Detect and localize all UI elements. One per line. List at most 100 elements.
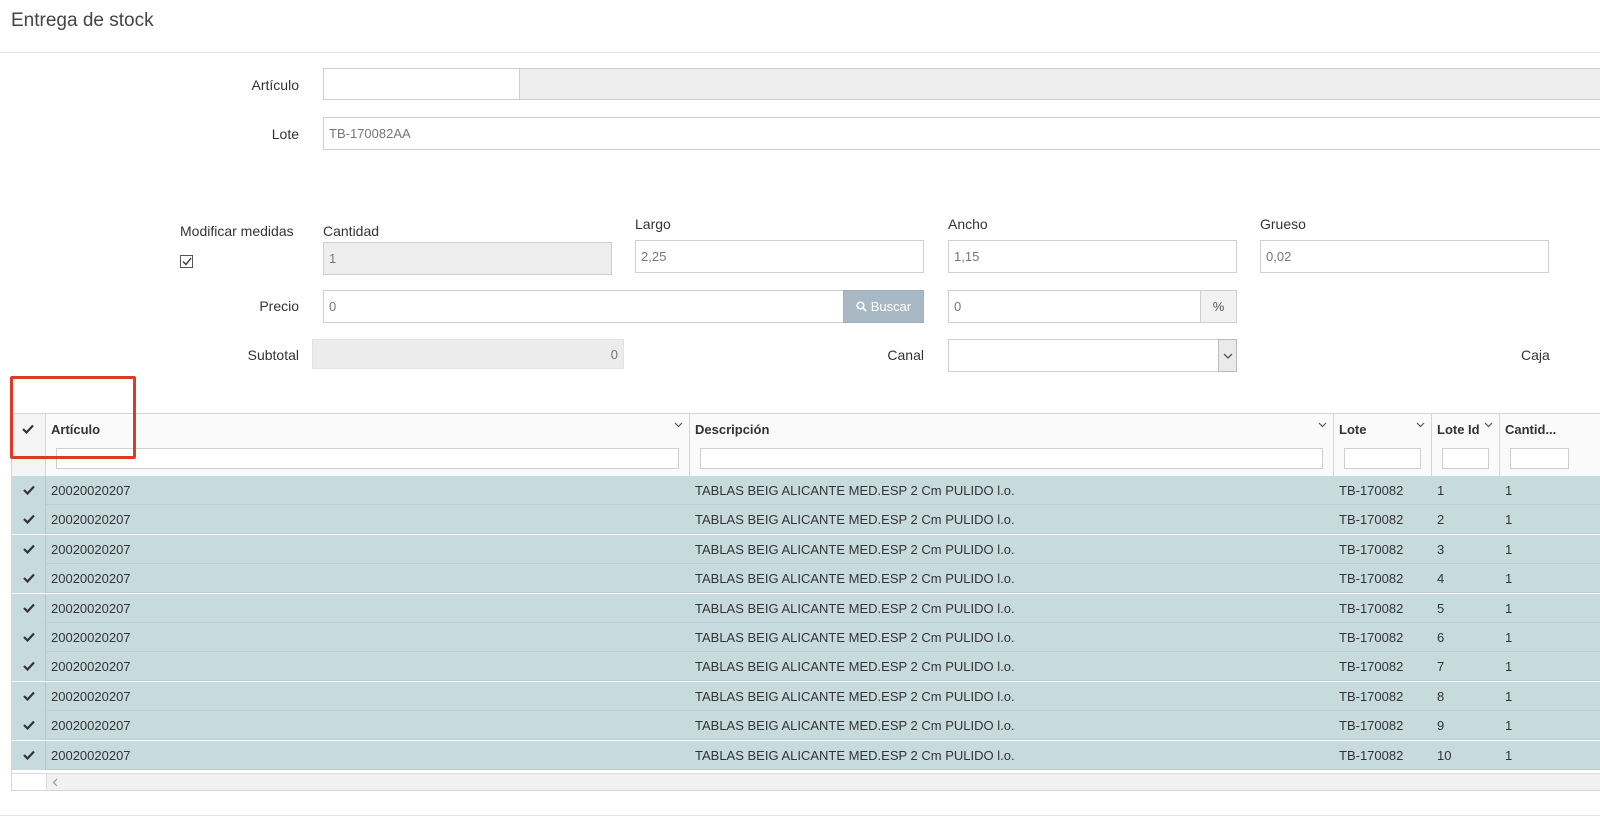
filter-input-articulo[interactable] — [56, 448, 679, 469]
precio-label: Precio — [259, 298, 299, 314]
cell-descripcion: TABLAS BEIG ALICANTE MED.ESP 2 Cm PULIDO… — [695, 600, 1015, 616]
column-header-lote[interactable]: Lote — [1334, 414, 1432, 476]
row-select-checkbox[interactable] — [12, 593, 46, 623]
cell-lote-id: 3 — [1437, 541, 1445, 557]
cell-lote: TB-170082 — [1339, 688, 1404, 704]
cell-descripcion: TABLAS BEIG ALICANTE MED.ESP 2 Cm PULIDO… — [695, 541, 1015, 557]
cell-lote-id: 9 — [1437, 718, 1445, 734]
cell-lote-id: 6 — [1437, 630, 1445, 645]
filter-input-lote[interactable] — [1344, 448, 1421, 469]
grueso-input[interactable]: 0,02 — [1260, 240, 1549, 273]
row-select-checkbox[interactable] — [12, 476, 46, 505]
row-select-checkbox[interactable] — [12, 534, 46, 564]
cell-cantidad: 1 — [1505, 659, 1513, 675]
row-select-checkbox[interactable] — [12, 681, 46, 711]
column-header-lote-id[interactable]: Lote Id — [1432, 414, 1500, 476]
canal-label: Canal — [887, 347, 924, 363]
row-select-checkbox[interactable] — [12, 564, 46, 594]
cell-lote: TB-170082 — [1339, 571, 1404, 587]
row-select-checkbox[interactable] — [12, 505, 46, 535]
table-row[interactable]: 20020020207 TABLAS BEIG ALICANTE MED.ESP … — [12, 476, 1600, 505]
cell-articulo: 20020020207 — [51, 747, 131, 763]
grueso-label: Grueso — [1260, 216, 1306, 232]
buscar-button-label: Buscar — [870, 299, 912, 314]
chevron-down-icon[interactable] — [1484, 422, 1493, 428]
cell-lote: TB-170082 — [1339, 512, 1404, 528]
check-icon — [22, 573, 35, 584]
descuento-input[interactable]: 0 — [948, 290, 1201, 323]
grueso-value: 0,02 — [1266, 249, 1292, 264]
ancho-value: 1,15 — [954, 249, 980, 264]
row-select-checkbox[interactable] — [12, 652, 46, 682]
table-row[interactable]: 20020020207 TABLAS BEIG ALICANTE MED.ESP … — [12, 593, 1600, 623]
row-select-checkbox[interactable] — [12, 740, 46, 770]
cell-cantidad: 1 — [1505, 600, 1513, 616]
chevron-down-icon[interactable] — [1416, 422, 1425, 428]
cell-lote: TB-170082 — [1339, 541, 1404, 557]
largo-label: Largo — [635, 216, 671, 232]
ancho-input[interactable]: 1,15 — [948, 240, 1237, 273]
cell-lote: TB-170082 — [1339, 659, 1404, 675]
buscar-button[interactable]: Buscar — [843, 290, 924, 323]
cell-lote: TB-170082 — [1339, 718, 1404, 734]
canal-select[interactable] — [948, 339, 1219, 372]
chevron-down-icon — [1223, 353, 1232, 359]
cell-lote-id: 7 — [1437, 659, 1445, 675]
precio-value: 0 — [329, 299, 337, 314]
horizontal-scrollbar[interactable] — [12, 773, 1600, 790]
articulo-code-input[interactable] — [323, 68, 520, 100]
chevron-down-icon[interactable] — [1318, 422, 1327, 428]
title-divider — [0, 52, 1600, 53]
modificar-medidas-checkbox[interactable] — [180, 255, 193, 268]
precio-input[interactable]: 0 — [323, 290, 844, 323]
table-row[interactable]: 20020020207 TABLAS BEIG ALICANTE MED.ESP … — [12, 681, 1600, 711]
filter-input-cantidad[interactable] — [1510, 448, 1569, 469]
largo-input[interactable]: 2,25 — [635, 240, 924, 273]
cell-cantidad: 1 — [1505, 718, 1513, 734]
cell-articulo: 20020020207 — [51, 600, 131, 616]
column-header-cantidad[interactable]: Cantid... — [1500, 414, 1600, 476]
search-icon — [856, 301, 867, 312]
filter-input-lote-id[interactable] — [1442, 448, 1489, 469]
subtotal-value: 0 — [610, 346, 618, 362]
cell-articulo: 20020020207 — [51, 512, 131, 528]
table-row[interactable]: 20020020207 TABLAS BEIG ALICANTE MED.ESP … — [12, 740, 1600, 770]
ancho-label: Ancho — [948, 216, 988, 232]
cell-cantidad: 1 — [1505, 571, 1513, 587]
lote-input-value: TB-170082AA — [329, 126, 411, 141]
cell-descripcion: TABLAS BEIG ALICANTE MED.ESP 2 Cm PULIDO… — [695, 718, 1015, 734]
table-row[interactable]: 20020020207 TABLAS BEIG ALICANTE MED.ESP … — [12, 534, 1600, 564]
table-row[interactable]: 20020020207 TABLAS BEIG ALICANTE MED.ESP … — [12, 623, 1600, 652]
check-icon — [22, 485, 35, 496]
cantidad-value: 1 — [329, 251, 337, 266]
column-header-articulo[interactable]: Artículo — [46, 414, 690, 476]
cell-lote-id: 8 — [1437, 688, 1445, 704]
cantidad-input: 1 — [323, 242, 612, 275]
cell-lote: TB-170082 — [1339, 600, 1404, 616]
row-select-checkbox[interactable] — [12, 623, 46, 652]
percent-addon: % — [1200, 290, 1237, 323]
cell-articulo: 20020020207 — [51, 630, 131, 645]
cantidad-label: Cantidad — [323, 223, 380, 239]
column-title-lote-id: Lote Id — [1437, 422, 1480, 437]
table-row[interactable]: 20020020207 TABLAS BEIG ALICANTE MED.ESP … — [12, 711, 1600, 741]
cell-cantidad: 1 — [1505, 483, 1513, 498]
table-row[interactable]: 20020020207 TABLAS BEIG ALICANTE MED.ESP … — [12, 505, 1600, 535]
subtotal-field: 0 — [312, 339, 624, 369]
cell-descripcion: TABLAS BEIG ALICANTE MED.ESP 2 Cm PULIDO… — [695, 688, 1015, 704]
chevron-down-icon[interactable] — [674, 422, 683, 428]
highlight-box — [10, 376, 136, 459]
column-header-descripcion[interactable]: Descripción — [690, 414, 1334, 476]
chevron-left-icon[interactable] — [52, 778, 58, 787]
cell-articulo: 20020020207 — [51, 718, 131, 734]
table-row[interactable]: 20020020207 TABLAS BEIG ALICANTE MED.ESP … — [12, 564, 1600, 594]
row-select-checkbox[interactable] — [12, 711, 46, 741]
scrollbar-corner — [12, 774, 47, 790]
check-icon — [22, 691, 35, 701]
caja-label: Caja — [1521, 347, 1550, 363]
canal-dropdown-button[interactable] — [1218, 339, 1237, 372]
cell-lote-id: 2 — [1437, 512, 1445, 528]
table-row[interactable]: 20020020207 TABLAS BEIG ALICANTE MED.ESP … — [12, 652, 1600, 682]
filter-input-descripcion[interactable] — [700, 448, 1323, 469]
lote-input[interactable]: TB-170082AA — [323, 117, 1600, 150]
